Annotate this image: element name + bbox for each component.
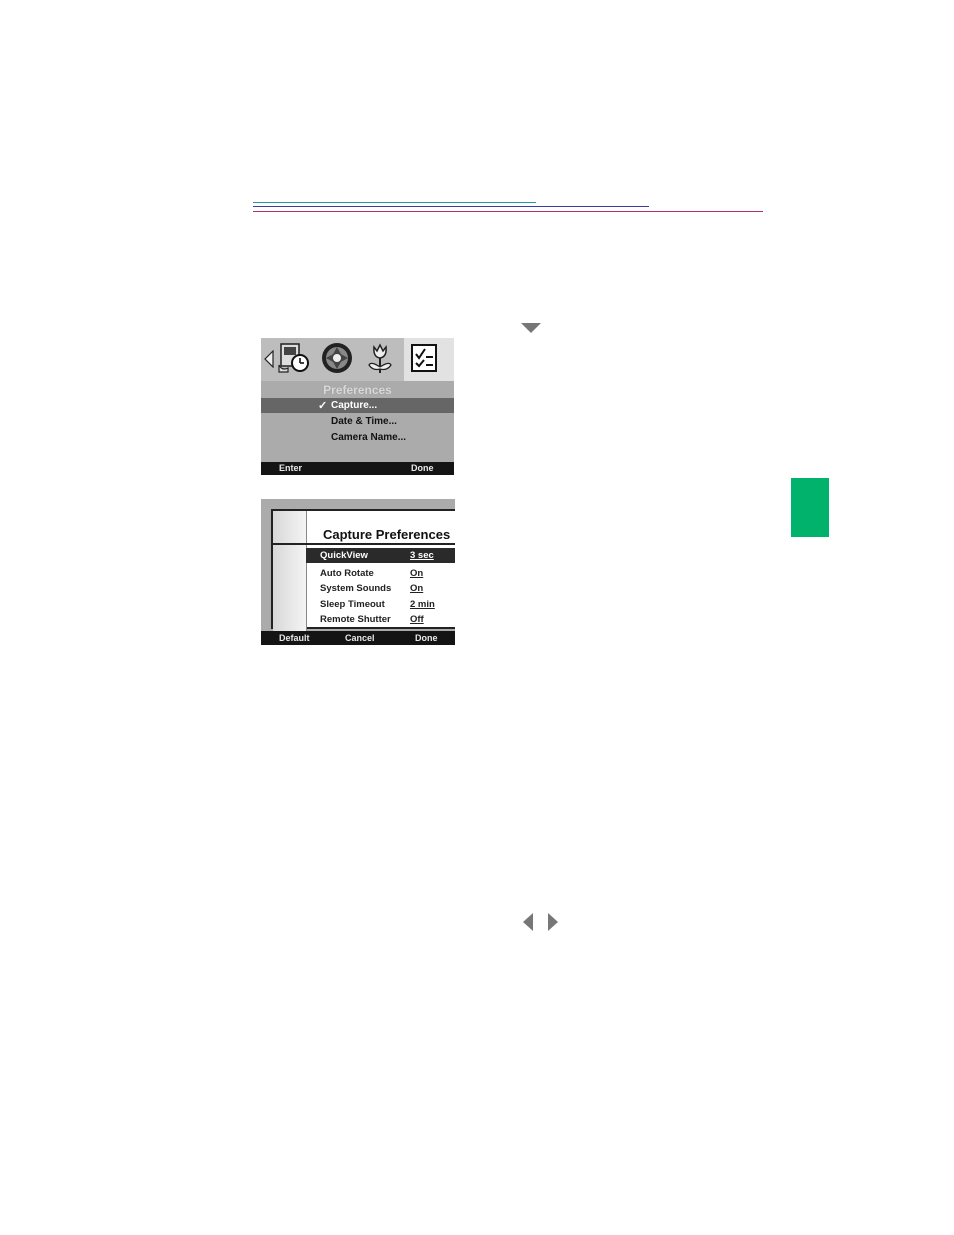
menu-item-camera-name[interactable]: Camera Name...	[261, 430, 454, 445]
pref-value[interactable]: 2 min	[410, 599, 435, 610]
pref-row-auto-rotate[interactable]: Auto Rotate On	[306, 566, 455, 581]
pref-value[interactable]: On	[410, 568, 423, 579]
done-softkey[interactable]: Done	[411, 463, 434, 473]
capture-preferences-screen: Capture Preferences QuickView 3 sec Auto…	[261, 499, 455, 645]
dialog-title: Capture Preferences	[323, 527, 451, 542]
mode-icon-bar	[261, 338, 454, 381]
header-rule-3	[253, 211, 763, 212]
pref-label: Sleep Timeout	[320, 599, 385, 610]
checklist-icon[interactable]	[408, 341, 442, 375]
left-arrow-icon	[523, 913, 533, 931]
pref-value[interactable]: On	[410, 583, 423, 594]
dialog-sidebar	[273, 511, 307, 631]
pref-row-remote-shutter[interactable]: Remote Shutter Off	[306, 612, 455, 627]
pref-label: Remote Shutter	[320, 614, 391, 625]
flower-icon[interactable]	[363, 341, 397, 375]
header-rule-2	[253, 206, 649, 207]
pref-value[interactable]: Off	[410, 614, 424, 625]
softkey-bar: Enter Done	[261, 462, 454, 475]
pref-row-quickview[interactable]: QuickView 3 sec	[306, 548, 455, 563]
softkey-bar: Default Cancel Done	[261, 631, 455, 645]
menu-item-label: Date & Time...	[331, 416, 397, 427]
header-rule-1	[253, 202, 536, 203]
menu-item-label: Capture...	[331, 400, 378, 411]
done-softkey[interactable]: Done	[415, 633, 438, 643]
left-scroll-icon	[264, 350, 274, 368]
aperture-icon[interactable]	[320, 341, 354, 375]
pref-label: Auto Rotate	[320, 568, 374, 579]
down-arrow-icon	[521, 323, 541, 333]
default-softkey[interactable]: Default	[279, 633, 310, 643]
cancel-softkey[interactable]: Cancel	[345, 633, 375, 643]
check-icon: ✓	[318, 400, 328, 412]
right-arrow-icon	[548, 913, 558, 931]
enter-softkey[interactable]: Enter	[279, 463, 302, 473]
pref-value[interactable]: 3 sec	[410, 550, 434, 561]
section-tab	[791, 478, 829, 537]
pref-row-sleep-timeout[interactable]: Sleep Timeout 2 min	[306, 597, 455, 612]
review-clock-icon[interactable]	[276, 341, 310, 375]
title-divider	[273, 543, 455, 545]
menu-item-capture[interactable]: ✓ Capture...	[261, 398, 454, 413]
menu-title: Preferences	[323, 383, 392, 397]
pref-row-system-sounds[interactable]: System Sounds On	[306, 581, 455, 596]
pref-label: QuickView	[320, 550, 368, 561]
preferences-screen: Preferences ✓ Capture... Date & Time... …	[261, 338, 454, 475]
pref-label: System Sounds	[320, 583, 392, 594]
menu-item-date-time[interactable]: Date & Time...	[261, 414, 454, 429]
menu-item-label: Camera Name...	[331, 432, 407, 443]
